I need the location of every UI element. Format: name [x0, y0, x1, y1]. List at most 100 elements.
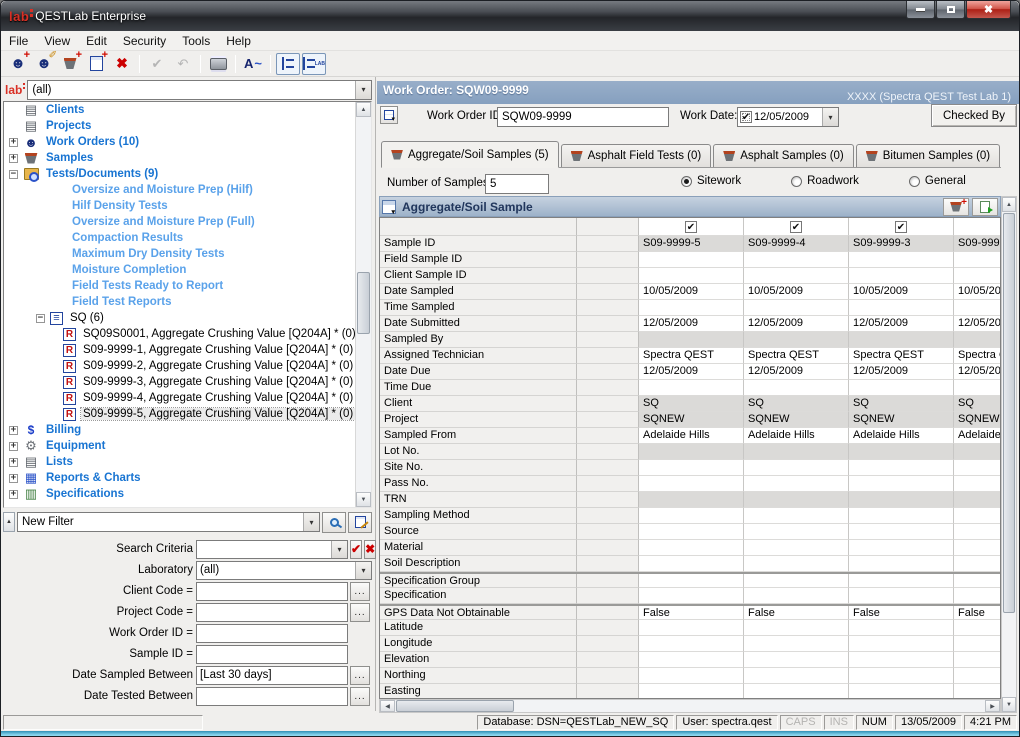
grid-cell[interactable]	[744, 492, 849, 508]
grid-cell[interactable]	[744, 636, 849, 652]
grid-cell[interactable]	[849, 652, 954, 668]
tree-item-label[interactable]: Equipment	[44, 440, 107, 452]
grid-cell[interactable]: 10/05/2009	[639, 284, 744, 300]
grid-cell[interactable]: Adelaide Hills	[954, 428, 1000, 444]
grid-cell[interactable]	[849, 540, 954, 556]
grid-cell[interactable]: Adelaide Hills	[849, 428, 954, 444]
grid-cell[interactable]	[954, 300, 1000, 316]
tree-item[interactable]: Oversize and Moisture Prep (Hilf)	[4, 182, 371, 198]
grid-cell[interactable]: Spectra QEST	[639, 348, 744, 364]
grid-cell[interactable]	[639, 508, 744, 524]
number-of-samples-input[interactable]	[485, 174, 549, 194]
chevron-down-icon[interactable]: ▾	[355, 562, 371, 579]
grid-cell[interactable]: 12/05/2009	[849, 316, 954, 332]
grid-cell[interactable]	[639, 460, 744, 476]
scroll-right-icon[interactable]: ▶	[985, 700, 1000, 712]
tree-item-label[interactable]: Samples	[44, 152, 95, 164]
clear-criteria-button[interactable]: ✖	[364, 540, 376, 559]
tree-item-label[interactable]: Compaction Results	[70, 232, 185, 244]
grid-cell[interactable]	[849, 524, 954, 540]
sample-tab[interactable]: Asphalt Field Tests (0)	[561, 144, 712, 167]
grid-cell[interactable]	[849, 252, 954, 268]
grid-cell[interactable]: SQ	[954, 396, 1000, 412]
grid-cell[interactable]	[744, 460, 849, 476]
tree-item-label[interactable]: Work Orders (10)	[44, 136, 141, 148]
grid-cell[interactable]	[954, 268, 1000, 284]
grid-cell[interactable]	[744, 588, 849, 604]
grid-cell[interactable]: SQNEW	[744, 412, 849, 428]
tree-item[interactable]: Compaction Results	[4, 230, 371, 246]
work-type-radio[interactable]: General	[909, 175, 966, 187]
work-date-picker[interactable]: ✔ 12/05/2009 ▾	[737, 107, 839, 127]
grid-cell[interactable]: SQNEW	[954, 412, 1000, 428]
grid-cell[interactable]	[639, 668, 744, 684]
grid-cell[interactable]	[744, 540, 849, 556]
grid-cell[interactable]	[849, 588, 954, 604]
browse-button[interactable]: ...	[350, 603, 370, 622]
tree-lab-icon[interactable]: LAB	[302, 53, 326, 75]
grid-cell[interactable]	[744, 252, 849, 268]
collapse-filter-button[interactable]: ▲	[3, 512, 15, 532]
grid-cell[interactable]: False	[744, 606, 849, 620]
grid-cell[interactable]	[744, 300, 849, 316]
tree-item-label[interactable]: Lists	[44, 456, 75, 468]
tree-item[interactable]: − Tests/Documents (9)	[4, 166, 371, 182]
grid-cell[interactable]: 12/05/2009	[744, 364, 849, 380]
tree-item[interactable]: Maximum Dry Density Tests	[4, 246, 371, 262]
filter-field-input[interactable]	[197, 690, 347, 702]
grid-cell[interactable]	[954, 460, 1000, 476]
grid-cell[interactable]: Adelaide Hills	[744, 428, 849, 444]
tree-item[interactable]: R SQ09S0001, Aggregate Crushing Value [Q…	[4, 326, 371, 342]
tree-item-label[interactable]: Oversize and Moisture Prep (Hilf)	[70, 184, 255, 196]
grid-cell[interactable]	[954, 668, 1000, 684]
grid-cell[interactable]	[849, 268, 954, 284]
run-filter-button[interactable]	[322, 512, 346, 533]
grid-cell[interactable]	[849, 684, 954, 699]
chevron-down-icon[interactable]: ▾	[303, 513, 319, 531]
minimize-button[interactable]	[906, 1, 935, 19]
grid-cell[interactable]	[954, 684, 1000, 699]
grid-cell[interactable]: 12/05/2009	[639, 364, 744, 380]
grid-cell[interactable]	[954, 380, 1000, 396]
tree-view-icon[interactable]	[276, 53, 300, 75]
grid-cell[interactable]	[954, 620, 1000, 636]
grid-cell[interactable]: SQ	[849, 396, 954, 412]
grid-cell[interactable]: 12/05/2009	[954, 364, 1000, 380]
work-order-id-input[interactable]	[497, 107, 669, 127]
grid-cell[interactable]	[639, 540, 744, 556]
tree-item-label[interactable]: SQ (6)	[68, 312, 106, 324]
grid-cell[interactable]	[639, 332, 744, 348]
tree-item-label[interactable]: Moisture Completion	[70, 264, 188, 276]
grid-cell[interactable]	[639, 252, 744, 268]
menu-item[interactable]: Help	[218, 32, 259, 50]
grid-cell[interactable]: SQ	[639, 396, 744, 412]
grid-cell[interactable]	[849, 444, 954, 460]
grid-cell[interactable]	[744, 620, 849, 636]
filter-name-input[interactable]	[18, 514, 303, 530]
grid-cell[interactable]: S09-9999-5	[639, 236, 744, 252]
grid-cell[interactable]	[744, 574, 849, 588]
expand-toggle[interactable]: +	[9, 490, 18, 499]
grid-cell[interactable]	[639, 556, 744, 572]
grid-cell[interactable]	[954, 540, 1000, 556]
expand-toggle[interactable]: +	[9, 474, 18, 483]
edit-filter-button[interactable]	[348, 512, 372, 533]
grid-cell[interactable]	[639, 492, 744, 508]
scope-combo-input[interactable]	[28, 82, 355, 98]
apply-icon[interactable]: ✔	[145, 53, 169, 75]
grid-cell[interactable]	[744, 668, 849, 684]
tree-item-label[interactable]: S09-9999-5, Aggregate Crushing Value [Q2…	[81, 408, 355, 420]
grid-cell[interactable]	[954, 444, 1000, 460]
grid-cell[interactable]	[954, 652, 1000, 668]
expand-toggle[interactable]: +	[9, 442, 18, 451]
tree-item[interactable]: + ☻ Work Orders (10)	[4, 134, 371, 150]
menu-item[interactable]: Edit	[78, 32, 115, 50]
tree-item[interactable]: R S09-9999-4, Aggregate Crushing Value […	[4, 390, 371, 406]
grid-cell[interactable]	[744, 380, 849, 396]
grid-cell[interactable]: False	[639, 606, 744, 620]
grid-cell[interactable]: 10/05/2009	[744, 284, 849, 300]
grid-cell[interactable]	[639, 380, 744, 396]
expand-toggle[interactable]: +	[9, 138, 18, 147]
grid-cell[interactable]	[744, 556, 849, 572]
grid-cell[interactable]	[849, 380, 954, 396]
